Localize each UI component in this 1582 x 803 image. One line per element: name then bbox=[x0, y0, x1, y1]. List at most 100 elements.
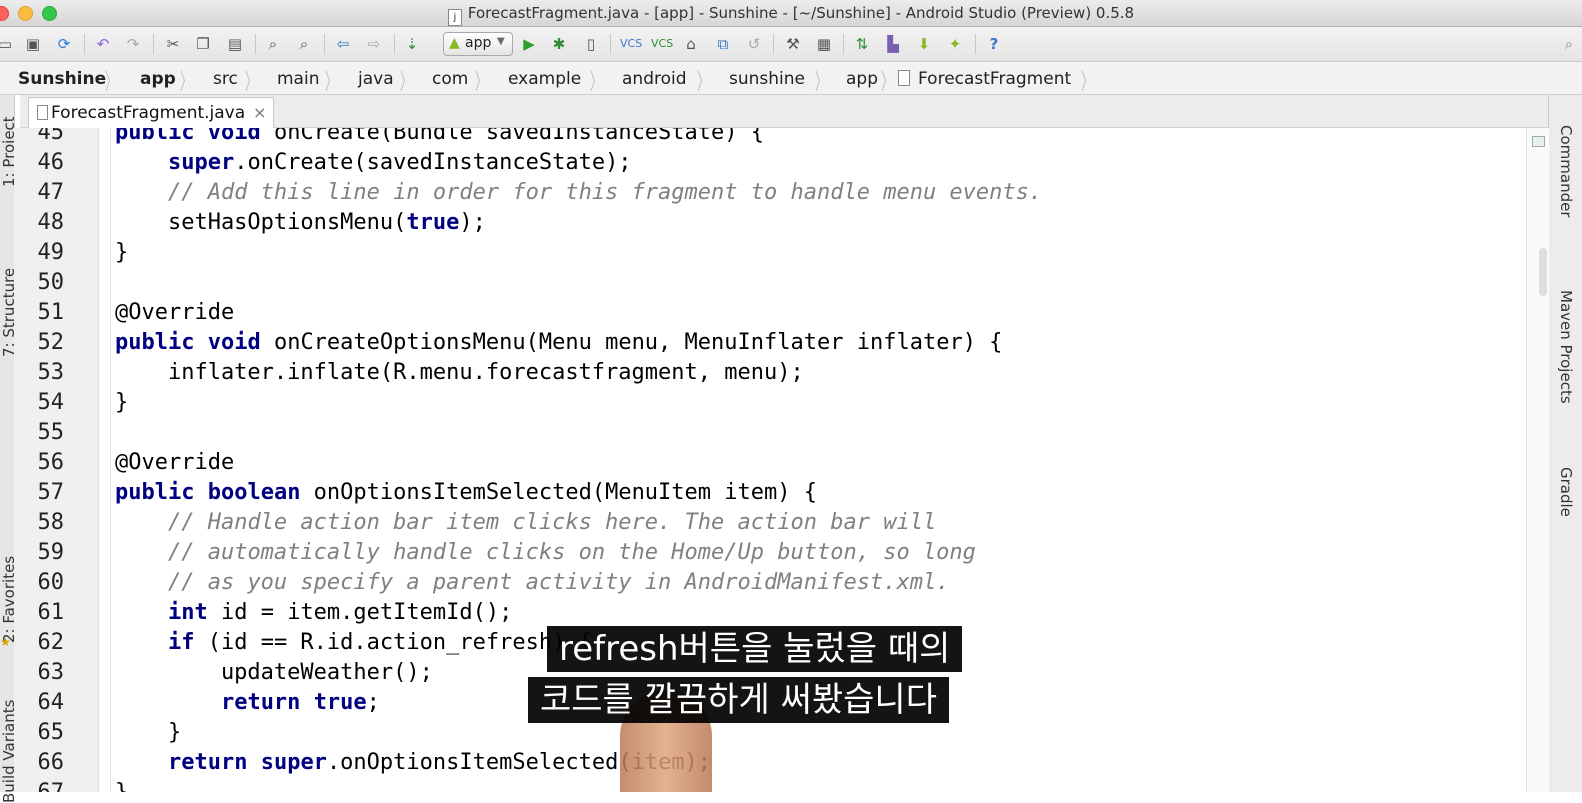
avd-manager-icon[interactable]: ▙ bbox=[884, 35, 902, 53]
redo-icon[interactable]: ↷ bbox=[124, 35, 142, 53]
line-number: 66 bbox=[37, 750, 65, 775]
main-toolbar: ▭ ▣ ⟳ ↶ ↷ ✂ ❐ ▤ ⌕ ⌕ ⇦ ⇨ ⇣ ▲ app ▼ ▶ ✱ ▯ … bbox=[0, 27, 1582, 62]
breadcrumb-chevron-icon: 〉 bbox=[324, 70, 338, 95]
revert-icon[interactable]: ↺ bbox=[745, 35, 763, 53]
breadcrumb-com[interactable]: com bbox=[432, 69, 468, 89]
project-structure-icon[interactable]: ▦ bbox=[815, 35, 833, 53]
compare-icon[interactable]: ⧉ bbox=[714, 35, 732, 53]
toolbar-separator bbox=[773, 34, 774, 54]
attach-debugger-icon[interactable]: ▯ bbox=[582, 35, 600, 53]
code-line: inflater.inflate(R.menu.forecastfragment… bbox=[100, 360, 804, 385]
synchronize-icon[interactable]: ⟳ bbox=[55, 35, 73, 53]
tab-forecastfragment-java[interactable]: ForecastFragment.java × bbox=[28, 97, 274, 128]
line-number: 63 bbox=[37, 660, 65, 685]
toolbar-separator bbox=[975, 34, 976, 54]
breadcrumb-chevron-icon: 〉 bbox=[244, 70, 258, 95]
code-line: @Override bbox=[114, 300, 235, 325]
make-project-icon[interactable]: ⇣ bbox=[403, 35, 421, 53]
breadcrumb-android[interactable]: android bbox=[622, 69, 687, 89]
code-line: @Override bbox=[114, 450, 235, 475]
run-icon[interactable]: ▶ bbox=[520, 35, 538, 53]
chevron-down-icon: ▼ bbox=[497, 36, 505, 47]
code-line: // automatically handle clicks on the Ho… bbox=[167, 540, 976, 565]
breadcrumb-src[interactable]: src bbox=[213, 69, 238, 89]
right-tool-window-bar: Commander Maven Projects Gradle bbox=[1548, 95, 1582, 792]
save-all-icon[interactable]: ▣ bbox=[24, 35, 42, 53]
paste-icon[interactable]: ▤ bbox=[226, 35, 244, 53]
line-number: 51 bbox=[37, 300, 65, 325]
breadcrumb-chevron-icon: 〉 bbox=[179, 70, 193, 95]
editor-scrollbar[interactable] bbox=[1526, 128, 1549, 792]
toolbar-separator bbox=[394, 34, 395, 54]
subtitle-line-2: 코드를 깔끔하게 써봤습니다 bbox=[528, 677, 949, 723]
breadcrumb-module[interactable]: app bbox=[140, 69, 176, 89]
breadcrumb-sunshine[interactable]: sunshine bbox=[729, 69, 805, 89]
line-number: 57 bbox=[37, 480, 65, 505]
breadcrumb-chevron-icon: 〉 bbox=[696, 70, 710, 95]
breadcrumb-java[interactable]: java bbox=[358, 69, 394, 89]
code-line: } bbox=[100, 780, 128, 792]
commander-tool-button[interactable]: Commander bbox=[1557, 125, 1575, 218]
code-line: // Add this line in order for this fragm… bbox=[167, 180, 1043, 205]
toolbar-separator bbox=[843, 34, 844, 54]
debug-icon[interactable]: ✱ bbox=[550, 35, 568, 53]
tab-label: ForecastFragment.java bbox=[51, 103, 246, 123]
undo-icon[interactable]: ↶ bbox=[94, 35, 112, 53]
settings-icon[interactable]: ⚒ bbox=[784, 35, 802, 53]
scroll-thumb[interactable] bbox=[1539, 248, 1547, 296]
breadcrumb-chevron-icon: 〉 bbox=[1080, 70, 1094, 95]
maven-projects-tool-button[interactable]: Maven Projects bbox=[1557, 290, 1575, 404]
back-icon[interactable]: ⇦ bbox=[334, 35, 352, 53]
code-line: super.onCreate(savedInstanceState); bbox=[167, 150, 632, 175]
sdk-manager-icon[interactable]: ⬇ bbox=[915, 35, 933, 53]
line-number: 46 bbox=[37, 150, 65, 175]
breadcrumb-chevron-icon: 〉 bbox=[814, 70, 828, 95]
run-configuration-select[interactable]: ▲ app ▼ bbox=[443, 32, 513, 56]
breadcrumb-chevron-icon: 〉 bbox=[399, 70, 413, 95]
vcs-commit-icon[interactable]: VCS bbox=[651, 35, 673, 53]
copy-icon[interactable]: ❐ bbox=[194, 35, 212, 53]
line-number: 61 bbox=[37, 600, 65, 625]
code-line: public void onCreateOptionsMenu(Menu men… bbox=[114, 330, 1003, 355]
star-icon: ★ bbox=[0, 635, 11, 649]
left-tool-window-bar: 1: Project 7: Structure 2: Favorites ★ B… bbox=[0, 95, 18, 803]
replace-icon[interactable]: ⌕ bbox=[295, 35, 313, 53]
code-line: } bbox=[114, 240, 129, 265]
toolbar-separator bbox=[255, 34, 256, 54]
window-title-text: ForecastFragment.java - [app] - Sunshine… bbox=[467, 4, 1135, 22]
line-number: 59 bbox=[37, 540, 65, 565]
cut-icon[interactable]: ✂ bbox=[164, 35, 182, 53]
line-number: 52 bbox=[37, 330, 65, 355]
breadcrumb-chevron-icon: 〉 bbox=[474, 70, 488, 95]
breadcrumb-main[interactable]: main bbox=[277, 69, 319, 89]
find-icon[interactable]: ⌕ bbox=[264, 35, 282, 53]
gradle-tool-button[interactable]: Gradle bbox=[1557, 467, 1575, 517]
line-number-gutter: 45 46 47 48 49 50 51 52 53 54 55 56 57 58 59 60 61 62 63 64… bbox=[14, 128, 99, 792]
breadcrumb-example[interactable]: example bbox=[508, 69, 581, 89]
breadcrumb-chevron-icon: 〉 bbox=[104, 70, 118, 95]
line-number: 48 bbox=[37, 210, 65, 235]
code-line: } bbox=[167, 720, 182, 745]
breadcrumb-project[interactable]: Sunshine bbox=[18, 69, 106, 89]
line-number: 64 bbox=[37, 690, 65, 715]
toolbar-separator bbox=[324, 34, 325, 54]
search-everywhere-icon[interactable]: ⌕ bbox=[1560, 35, 1578, 53]
window-title: j ForecastFragment.java - [app] - Sunshin… bbox=[0, 4, 1582, 26]
line-number: 56 bbox=[37, 450, 65, 475]
vcs-history-icon[interactable]: ⌂ bbox=[682, 35, 700, 53]
open-folder-icon[interactable]: ▭ bbox=[0, 35, 14, 53]
close-tab-icon[interactable]: × bbox=[253, 103, 266, 122]
vcs-update-icon[interactable]: VCS bbox=[620, 35, 642, 53]
android-device-monitor-icon[interactable]: ✦ bbox=[946, 35, 964, 53]
code-line: if (id == R.id.action_refresh) { bbox=[167, 630, 592, 655]
sync-gradle-icon[interactable]: ⇅ bbox=[853, 35, 871, 53]
navigation-breadcrumb: Sunshine 〉 app 〉 src 〉 main 〉 java 〉 com… bbox=[0, 62, 1582, 95]
breadcrumb-app-package[interactable]: app bbox=[846, 69, 878, 89]
forward-icon[interactable]: ⇨ bbox=[365, 35, 383, 53]
breadcrumb-class[interactable]: ForecastFragment bbox=[918, 69, 1071, 89]
run-configuration-value: app bbox=[465, 35, 492, 51]
help-icon[interactable]: ? bbox=[985, 35, 1003, 53]
java-file-icon bbox=[37, 105, 48, 120]
breadcrumb-chevron-icon: 〉 bbox=[880, 70, 894, 95]
line-number: 55 bbox=[37, 420, 65, 445]
